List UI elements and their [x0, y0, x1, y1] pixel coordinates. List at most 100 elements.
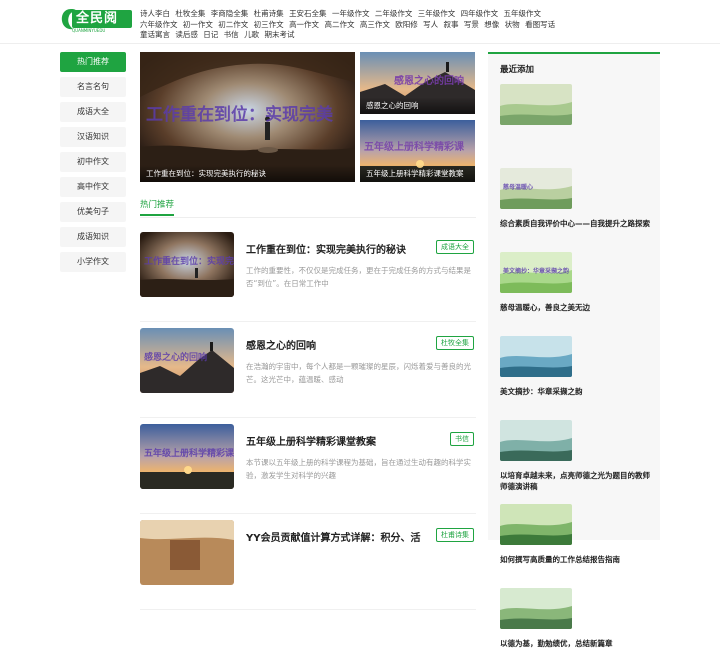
recent-item[interactable]	[500, 84, 656, 125]
recent-panel: 最近添加 慈母温暖心 综合素质自我评价中心——自我提升之路探索 美文摘抄：华章采撷之…	[488, 52, 660, 648]
article-tag[interactable]: 杜牧全集	[436, 336, 474, 350]
recent-item-title[interactable]: 以培育卓越未来，点亮师德之光为题目的教师师德演讲稿	[500, 470, 656, 492]
top-nav: 诗人李白 杜牧全集 李商隐全集 杜甫诗集 王安石全集 一年级作文 二年级作文 三…	[140, 9, 560, 41]
top-nav-link[interactable]: 杜牧全集	[175, 9, 205, 18]
hero-main-overlay: 工作重在到位：实现完美	[146, 105, 333, 125]
recent-item[interactable]: 慈母温暖心综合素质自我评价中心——自我提升之路探索	[500, 168, 656, 229]
top-nav-link[interactable]: 李商隐全集	[211, 9, 249, 18]
article-desc: 本节课以五年级上册的科学课程为基础，旨在通过生动有趣的科学实验，激发学生对科学的…	[246, 458, 471, 480]
recent-item[interactable]: 美文摘抄：华章采撷之韵慈母温暖心，善良之美无边	[500, 252, 656, 313]
top-nav-link[interactable]: 高二作文	[324, 20, 354, 29]
top-nav-link[interactable]: 读后感	[175, 30, 198, 39]
green-image[interactable]	[500, 588, 572, 629]
top-nav-link[interactable]: 初一作文	[183, 20, 213, 29]
top-nav-link[interactable]: 二年级作文	[375, 9, 413, 18]
recent-thumb-overlay: 慈母温暖心	[503, 184, 534, 191]
top-nav-link[interactable]: 王安石全集	[289, 9, 327, 18]
tab-bar: 热门推荐	[140, 198, 476, 218]
hero-main-caption: 工作重在到位：实现完美执行的秘诀	[140, 165, 355, 182]
article-title[interactable]: 五年级上册科学精彩课堂教案	[246, 433, 376, 448]
site-header: 全民阅读 QUANMINYUEDU 诗人李白 杜牧全集 李商隐全集 杜甫诗集 王…	[0, 0, 720, 44]
article-desc: 工作的重要性，不仅仅是完成任务，更在于完成任务的方式与结果是否“到位”。在日常工…	[246, 266, 471, 288]
article-item[interactable]: YY会员贡献值计算方式详解：积分、活 杜甫诗集	[140, 520, 476, 610]
top-nav-link[interactable]: 一年级作文	[332, 9, 370, 18]
field-thumb-image[interactable]: 五年级上册科学精彩课	[140, 424, 234, 489]
hero-card-2[interactable]: 五年级上册科学精彩课 五年级上册科学精彩课堂教案	[360, 120, 475, 182]
recent-item-title[interactable]: 美文摘抄：华章采撷之韵	[500, 386, 656, 397]
recent-item[interactable]: 以德为基，勤勉绩优，总结新篇章	[500, 588, 656, 649]
sidebar-item[interactable]: 成语大全	[60, 102, 126, 122]
article-item[interactable]: 五年级上册科学精彩课 五年级上册科学精彩课堂教案 书信本节课以五年级上册的科学课程为…	[140, 424, 476, 514]
sidebar-item[interactable]: 成语知识	[60, 227, 126, 247]
sidebar-item[interactable]: 热门推荐	[60, 52, 126, 72]
field-image[interactable]: 美文摘抄：华章采撷之韵	[500, 252, 572, 293]
cave-thumb-image[interactable]: 工作重在到位：实现完	[140, 232, 234, 297]
article-item[interactable]: 感恩之心的回响 感恩之心的回响 杜牧全集 在浩瀚的宇宙中，每个人都是一颗璀璨的星辰，闪…	[140, 328, 476, 418]
top-nav-link[interactable]: 想像	[484, 20, 499, 29]
top-nav-link[interactable]: 五年级作文	[504, 9, 542, 18]
article-title[interactable]: 工作重在到位：实现完美执行的秘诀	[246, 241, 406, 256]
top-nav-link[interactable]: 书信	[224, 30, 239, 39]
top-nav-link[interactable]: 四年级作文	[461, 9, 499, 18]
top-nav-link[interactable]: 三年级作文	[418, 9, 456, 18]
sidebar-item[interactable]: 高中作文	[60, 177, 126, 197]
recent-item[interactable]: 美文摘抄：华章采撷之韵	[500, 336, 656, 397]
sidebar-item[interactable]: 小学作文	[60, 252, 126, 272]
logo-text: 全民阅读	[72, 10, 132, 44]
tab-hot[interactable]: 热门推荐	[140, 198, 175, 216]
article-title[interactable]: 感恩之心的回响	[246, 337, 316, 352]
top-nav-link[interactable]: 杜甫诗集	[254, 9, 284, 18]
rock-lake-image[interactable]	[500, 420, 572, 461]
top-nav-link[interactable]: 儿歌	[244, 30, 259, 39]
top-nav-link[interactable]: 看图写话	[525, 20, 555, 29]
hero-card-1[interactable]: 感恩之心的回响 感恩之心的回响	[360, 52, 475, 114]
article-thumb-overlay: 感恩之心的回响	[144, 353, 208, 363]
top-nav-link[interactable]: 初三作文	[254, 20, 284, 29]
waterfall-image[interactable]	[500, 336, 572, 377]
wood-thumb-image[interactable]	[140, 520, 234, 585]
path-image[interactable]: 慈母温暖心	[500, 168, 572, 209]
top-nav-link[interactable]: 诗人李白	[140, 9, 170, 18]
article-tag[interactable]: 成语大全	[436, 240, 474, 254]
article-tag[interactable]: 书信	[450, 432, 474, 446]
recent-item-title[interactable]: 以德为基，勤勉绩优，总结新篇章	[500, 638, 656, 649]
top-nav-link[interactable]: 状物	[505, 20, 520, 29]
top-nav-link[interactable]: 初二作文	[218, 20, 248, 29]
hero-card-1-overlay: 感恩之心的回响	[394, 76, 464, 87]
sidebar-item[interactable]: 初中作文	[60, 152, 126, 172]
article-desc: 在浩瀚的宇宙中，每个人都是一颗璀璨的星辰，闪烁着爱与善良的光芒。这光芒中，蕴温暖…	[246, 362, 471, 384]
recent-item-title[interactable]: 慈母温暖心，善良之美无边	[500, 302, 656, 313]
sidebar-item[interactable]: 名言名句	[60, 77, 126, 97]
top-nav-link[interactable]: 日记	[203, 30, 218, 39]
top-nav-link[interactable]: 写景	[464, 20, 479, 29]
top-nav-link[interactable]: 童话寓言	[140, 30, 170, 39]
top-nav-link[interactable]: 高三作文	[360, 20, 390, 29]
top-nav-link[interactable]: 写人	[423, 20, 438, 29]
recent-item[interactable]: 以培育卓越未来，点亮师德之光为题目的教师师德演讲稿	[500, 420, 656, 492]
article-title[interactable]: YY会员贡献值计算方式详解：积分、活	[246, 529, 420, 544]
left-sidebar: 热门推荐名言名句成语大全汉语知识初中作文高中作文优美句子成语知识小学作文	[60, 52, 126, 277]
recent-thumb-overlay: 美文摘抄：华章采撷之韵	[503, 268, 570, 275]
hero-card-2-overlay: 五年级上册科学精彩课	[364, 142, 464, 153]
site-logo[interactable]: 全民阅读 QUANMINYUEDU	[60, 7, 132, 44]
logo-subtext: QUANMINYUEDU	[72, 28, 106, 33]
forest-image[interactable]	[500, 504, 572, 545]
recent-item-title[interactable]: 如何撰写高质量的工作总结报告指南	[500, 554, 656, 565]
top-nav-link[interactable]: 期末考试	[264, 30, 294, 39]
recent-item-title[interactable]: 综合素质自我评价中心——自我提升之路探索	[500, 218, 656, 229]
recent-title: 最近添加	[500, 65, 535, 75]
sidebar-item[interactable]: 汉语知识	[60, 127, 126, 147]
top-nav-link[interactable]: 高一作文	[289, 20, 319, 29]
hero-card-2-caption: 五年级上册科学精彩课堂教案	[360, 165, 475, 182]
sidebar-item[interactable]: 优美句子	[60, 202, 126, 222]
article-thumb-overlay: 五年级上册科学精彩课	[144, 449, 234, 459]
mountain-thumb-image[interactable]: 感恩之心的回响	[140, 328, 234, 393]
top-nav-link[interactable]: 欧阳修	[395, 20, 418, 29]
article-thumb-overlay: 工作重在到位：实现完	[144, 257, 234, 267]
hero-main[interactable]: 工作重在到位：实现完美 工作重在到位：实现完美执行的秘诀	[140, 52, 355, 182]
article-item[interactable]: 工作重在到位：实现完 工作重在到位：实现完美执行的秘诀 成语大全工作的重要性，不仅仅…	[140, 232, 476, 322]
recent-item[interactable]: 如何撰写高质量的工作总结报告指南	[500, 504, 656, 565]
top-nav-link[interactable]: 六年级作文	[140, 20, 178, 29]
top-nav-link[interactable]: 叙事	[444, 20, 459, 29]
meadow-image[interactable]	[500, 84, 572, 125]
